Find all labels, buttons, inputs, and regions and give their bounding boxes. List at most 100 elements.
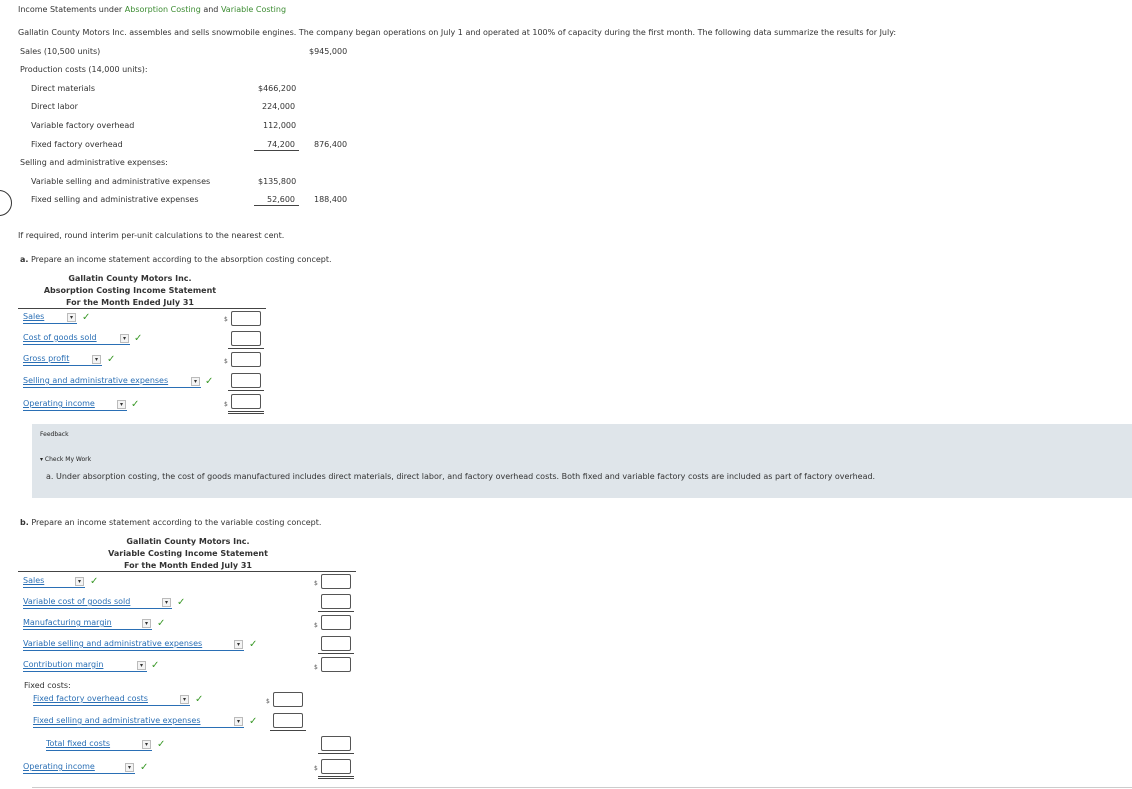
b-total-fixed-costs-input[interactable] xyxy=(321,736,351,751)
a-operating-income-input[interactable] xyxy=(231,394,261,409)
part-b-prompt-text: Prepare an income statement according to… xyxy=(31,518,322,527)
b-variable-cogs-underline xyxy=(318,611,354,612)
dropdown-arrow-icon: ▾ xyxy=(92,355,101,364)
sa-total-value: 188,400 xyxy=(314,195,348,204)
b-sales-dropdown[interactable]: Sales ▾ xyxy=(23,576,85,588)
dropdown-arrow-icon: ▾ xyxy=(180,695,189,704)
check-icon: ✓ xyxy=(107,354,116,365)
dollar-sign: $ xyxy=(314,664,318,671)
b-double-rule-1 xyxy=(318,776,354,777)
b-variable-sa-dropdown[interactable]: Variable selling and administrative expe… xyxy=(23,639,244,651)
b-contribution-margin-input[interactable] xyxy=(321,657,351,672)
a-double-rule-1 xyxy=(228,411,264,412)
page-bottom-rule xyxy=(32,787,1132,788)
fixed-sa-value: 52,600 xyxy=(267,195,295,204)
problem-intro: Gallatin County Motors Inc. assembles an… xyxy=(18,28,897,37)
part-b-header-rule xyxy=(18,571,356,572)
a-sales-label: Sales xyxy=(23,312,45,321)
direct-labor-value: 224,000 xyxy=(262,102,296,111)
part-a-period: For the Month Ended July 31 xyxy=(66,298,194,307)
sales-value: $945,000 xyxy=(309,47,348,56)
part-b-period: For the Month Ended July 31 xyxy=(124,561,252,570)
page-title: Income Statements under Absorption Costi… xyxy=(18,5,286,14)
feedback-panel: Feedback ▾ Check My Work a. Under absorp… xyxy=(32,424,1132,498)
title-prefix: Income Statements under xyxy=(18,5,123,14)
direct-labor-label: Direct labor xyxy=(31,102,78,111)
a-sa-expenses-dropdown[interactable]: Selling and administrative expenses ▾ xyxy=(23,376,201,388)
fixed-costs-label: Fixed costs: xyxy=(24,681,71,690)
a-sales-dropdown[interactable]: Sales ▾ xyxy=(23,312,77,324)
check-my-work-toggle[interactable]: ▾ Check My Work xyxy=(40,456,91,463)
variable-overhead-value: 112,000 xyxy=(263,121,297,130)
check-icon: ✓ xyxy=(134,333,143,344)
variable-costing-link[interactable]: Variable Costing xyxy=(221,5,286,14)
b-variable-cogs-dropdown[interactable]: Variable cost of goods sold ▾ xyxy=(23,597,172,609)
variable-sa-value: $135,800 xyxy=(258,177,297,186)
rounding-note: If required, round interim per-unit calc… xyxy=(18,231,285,240)
a-cogs-input[interactable] xyxy=(231,331,261,346)
part-b-statement-title: Variable Costing Income Statement xyxy=(108,549,268,558)
a-operating-income-label: Operating income xyxy=(23,399,95,408)
b-operating-income-input[interactable] xyxy=(321,759,351,774)
part-b-company: Gallatin County Motors Inc. xyxy=(126,537,250,546)
b-variable-cogs-label: Variable cost of goods sold xyxy=(23,597,131,606)
part-a-prompt: a. Prepare an income statement according… xyxy=(20,255,332,264)
a-gross-profit-input[interactable] xyxy=(231,352,261,367)
direct-materials-value: $466,200 xyxy=(258,84,297,93)
fixed-overhead-underline xyxy=(254,150,299,151)
feedback-label: Feedback xyxy=(40,431,69,438)
dollar-sign: $ xyxy=(314,622,318,629)
b-sales-input[interactable] xyxy=(321,574,351,589)
b-double-rule-2 xyxy=(318,778,354,779)
dropdown-arrow-icon: ▾ xyxy=(75,577,84,586)
a-cogs-underline xyxy=(228,348,264,349)
check-icon: ✓ xyxy=(157,739,166,750)
feedback-text: a. Under absorption costing, the cost of… xyxy=(46,472,876,481)
a-sa-expenses-label: Selling and administrative expenses xyxy=(23,376,169,385)
a-cogs-label: Cost of goods sold xyxy=(23,333,97,342)
production-total-value: 876,400 xyxy=(314,140,348,149)
b-contribution-margin-dropdown[interactable]: Contribution margin ▾ xyxy=(23,660,147,672)
a-double-rule-2 xyxy=(228,413,264,414)
b-fixed-factory-overhead-dropdown[interactable]: Fixed factory overhead costs ▾ xyxy=(33,694,190,706)
b-manufacturing-margin-dropdown[interactable]: Manufacturing margin ▾ xyxy=(23,618,152,630)
b-variable-sa-input[interactable] xyxy=(321,636,351,651)
part-a-statement-title: Absorption Costing Income Statement xyxy=(43,286,217,295)
check-icon: ✓ xyxy=(151,660,160,671)
dropdown-arrow-icon: ▾ xyxy=(67,313,76,322)
a-cogs-dropdown[interactable]: Cost of goods sold ▾ xyxy=(23,333,130,345)
part-a-prompt-text: Prepare an income statement according to… xyxy=(30,255,332,264)
fixed-sa-label: Fixed selling and administrative expense… xyxy=(31,195,199,204)
b-operating-income-label: Operating income xyxy=(23,762,95,771)
absorption-costing-link[interactable]: Absorption Costing xyxy=(125,5,201,14)
b-variable-cogs-input[interactable] xyxy=(321,594,351,609)
a-gross-profit-dropdown[interactable]: Gross profit ▾ xyxy=(23,354,102,366)
check-icon: ✓ xyxy=(249,716,258,727)
dropdown-arrow-icon: ▾ xyxy=(234,717,243,726)
dollar-sign: $ xyxy=(314,765,318,772)
b-manufacturing-margin-input[interactable] xyxy=(321,615,351,630)
a-sa-expenses-input[interactable] xyxy=(231,373,261,388)
check-icon: ✓ xyxy=(177,597,186,608)
b-fixed-sa-label: Fixed selling and administrative expense… xyxy=(33,716,201,725)
dropdown-arrow-icon: ▾ xyxy=(117,400,126,409)
check-icon: ✓ xyxy=(157,618,166,629)
b-fixed-sa-dropdown[interactable]: Fixed selling and administrative expense… xyxy=(33,716,244,728)
dollar-sign: $ xyxy=(314,580,318,587)
b-total-fixed-costs-dropdown[interactable]: Total fixed costs ▾ xyxy=(46,739,152,751)
b-variable-sa-underline xyxy=(318,653,354,654)
fixed-overhead-label: Fixed factory overhead xyxy=(31,140,123,149)
a-gross-profit-label: Gross profit xyxy=(23,354,70,363)
b-fixed-factory-overhead-input[interactable] xyxy=(273,692,303,707)
a-sales-input[interactable] xyxy=(231,311,261,326)
dropdown-arrow-icon: ▾ xyxy=(191,377,200,386)
production-costs-label: Production costs (14,000 units): xyxy=(20,65,148,74)
a-operating-income-dropdown[interactable]: Operating income ▾ xyxy=(23,399,127,411)
b-operating-income-dropdown[interactable]: Operating income ▾ xyxy=(23,762,135,774)
check-icon: ✓ xyxy=(249,639,258,650)
b-fixed-sa-input[interactable] xyxy=(273,713,303,728)
b-variable-sa-label: Variable selling and administrative expe… xyxy=(23,639,203,648)
scroll-circle-icon xyxy=(0,190,12,216)
part-b-letter: b. xyxy=(20,518,29,527)
b-total-fixed-underline xyxy=(318,753,354,754)
